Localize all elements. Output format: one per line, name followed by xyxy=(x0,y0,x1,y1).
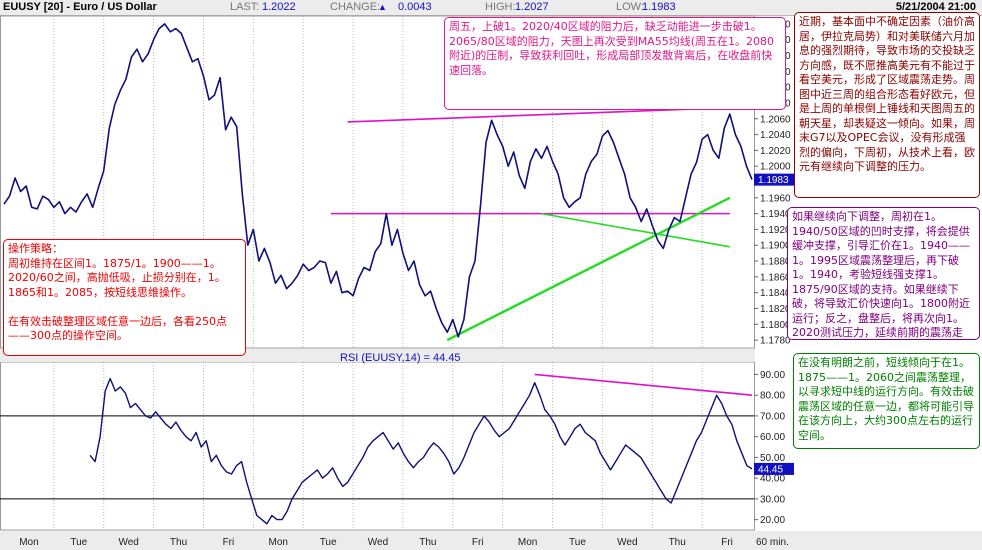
x-day-label: Mon xyxy=(518,537,537,548)
note-downside-scenario: 如果继续向下调整，周初在1。1940/50区域的凹时支撑，将会提供缓冲支撑，引导… xyxy=(787,207,980,340)
rsi-series xyxy=(89,377,753,525)
x-axis-bar xyxy=(0,531,982,550)
x-day-label: Mon xyxy=(269,537,288,548)
rsi-line-path xyxy=(89,377,753,525)
price-tick-label: 1.2060 xyxy=(760,114,791,125)
rsi-label: RSI (EUUSY,14) = 44.45 xyxy=(340,352,461,364)
price-tick-label: 1.1960 xyxy=(760,193,791,204)
x-day-label: Thu xyxy=(170,537,187,548)
x-axis: Mon Tue Wed Thu Fri Mon Tue Wed Thu Fri Mon Tue Wed T… xyxy=(0,531,982,550)
x-day-label: Wed xyxy=(617,537,637,548)
rsi-tick-label: 90.00 xyxy=(760,370,785,381)
price-annotations xyxy=(330,106,731,342)
rsi-last-label: 44.45 xyxy=(758,464,783,475)
rsi-tick-label: 20.00 xyxy=(760,515,785,526)
rsi-tick-label: 70.00 xyxy=(760,411,785,422)
price-tick-label: 1.2000 xyxy=(760,162,791,173)
rsi-axis: 20.0030.0040.0050.0060.0070.0080.0090.00… xyxy=(754,370,794,526)
x-day-label: Mon xyxy=(19,537,38,548)
price-tick-label: 1.1780 xyxy=(760,336,791,347)
strategy-body: 周初维持在区间1。1875/1。1900——1。2020/60之间，高抛低吸，止… xyxy=(8,256,227,343)
price-trendline-line xyxy=(446,196,731,342)
x-day-label: Tue xyxy=(70,537,87,548)
x-day-label: Wed xyxy=(118,537,138,548)
x-day-label: Tue xyxy=(320,537,337,548)
x-day-label: Fri xyxy=(223,537,235,548)
note-friday-resistance: 周五，上破1。2020/40区域的阻力后，缺乏动能进一步击破1。2065/80区… xyxy=(444,17,786,110)
rsi-tick-label: 30.00 xyxy=(760,494,785,505)
rsi-tick-label: 80.00 xyxy=(760,391,785,402)
interval-label: 60 min. xyxy=(756,537,789,548)
x-day-label: Thu xyxy=(419,537,436,548)
x-day-label: Tue xyxy=(569,537,586,548)
price-support-line xyxy=(541,212,730,248)
price-last-label: 1.1983 xyxy=(758,175,789,186)
rsi-tick-label: 60.00 xyxy=(760,432,785,443)
price-tick-label: 1.2040 xyxy=(760,130,791,141)
note-trading-strategy: 操作策略： 周初维持在区间1。1875/1。1900——1。2020/60之间，… xyxy=(3,239,246,356)
rsi-grid xyxy=(0,349,755,531)
rsi-divergence-line xyxy=(534,373,753,396)
note-range-outlook: 在没有明朗之前，短线倾向于在1。1875——1。2060之间震荡整理，以寻求短中… xyxy=(793,353,980,449)
x-day-label: Fri xyxy=(721,537,733,548)
note-fundamentals: 近期，基本面中不确定因素（油价高居，伊拉克局势）和对美联储六月加息的强烈期待，导… xyxy=(794,12,980,198)
rsi-tick-label: 50.00 xyxy=(760,453,785,464)
price-tick-label: 1.2020 xyxy=(760,146,791,157)
x-day-label: Thu xyxy=(669,537,686,548)
x-day-label: Wed xyxy=(368,537,388,548)
x-day-label: Fri xyxy=(472,537,484,548)
rsi-annotations xyxy=(534,373,753,396)
strategy-title: 操作策略： xyxy=(8,242,63,255)
